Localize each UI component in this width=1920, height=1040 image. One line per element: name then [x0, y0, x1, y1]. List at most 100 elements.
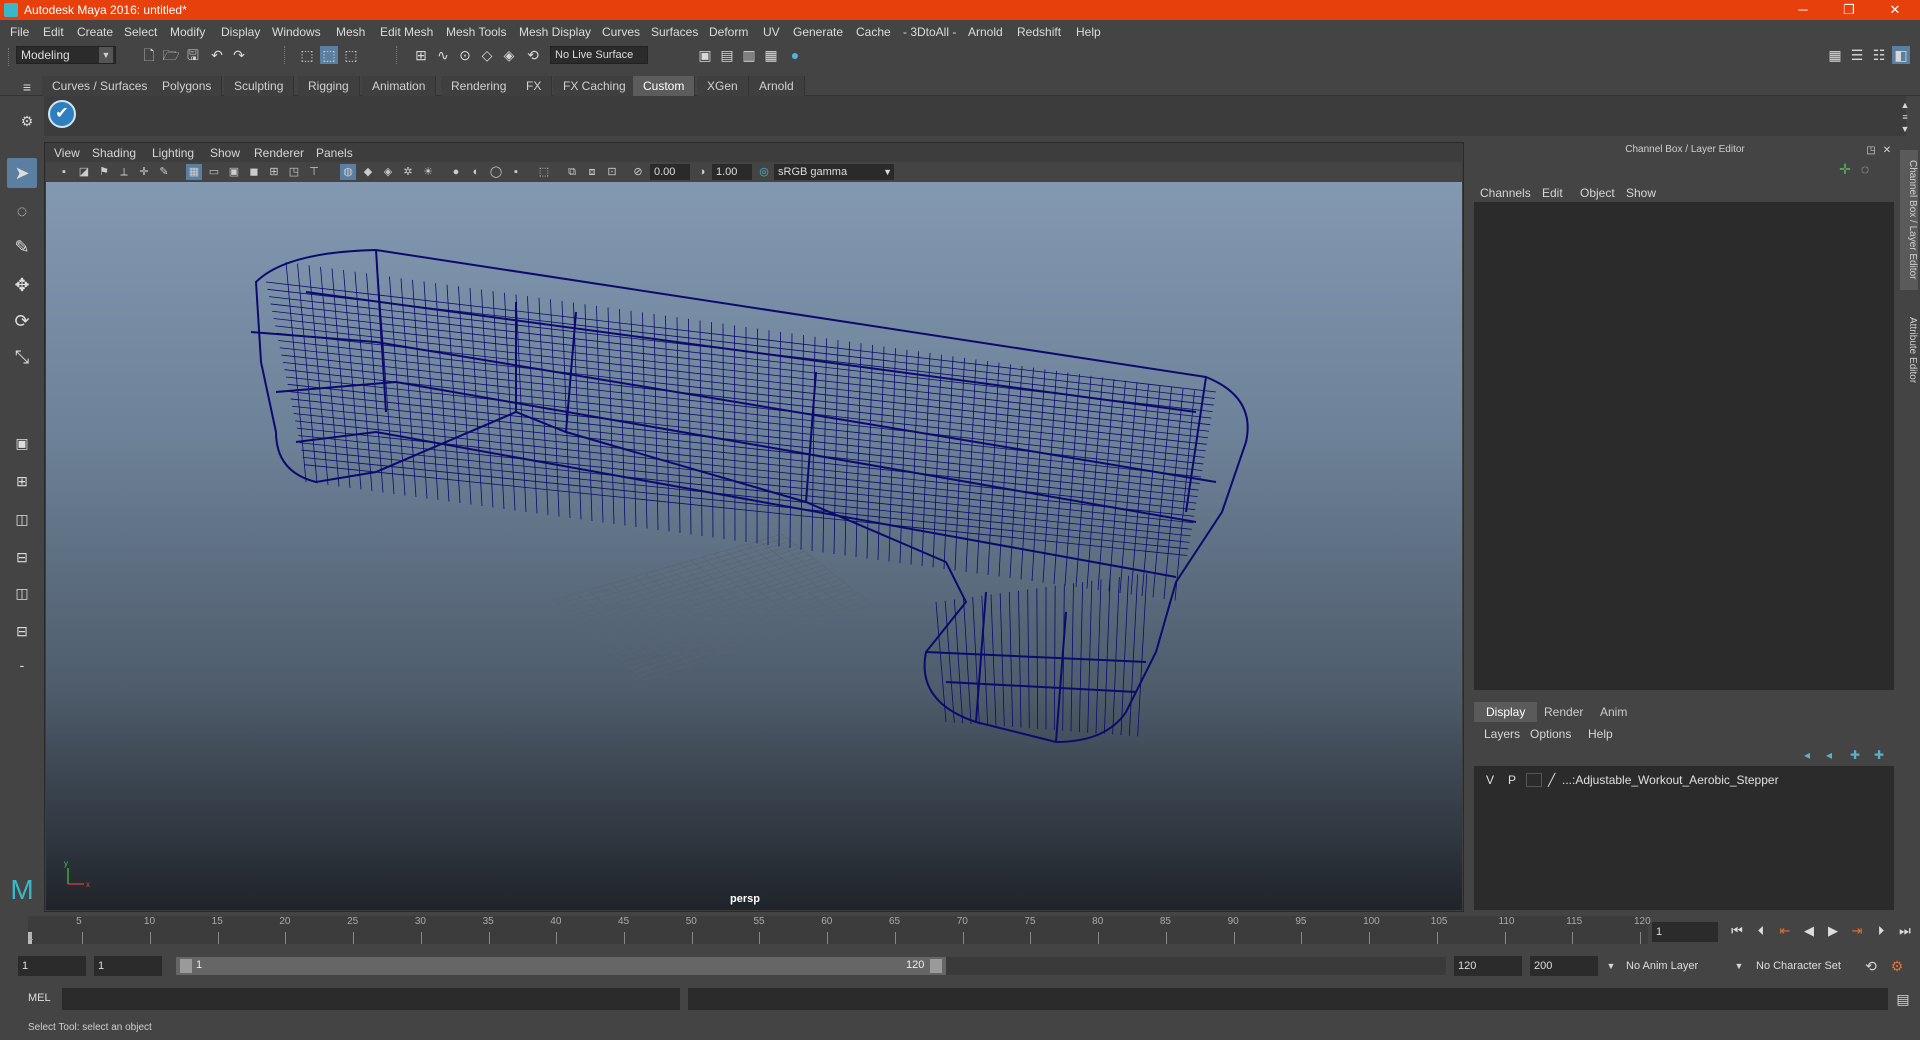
shelf-tab-curves-surfaces[interactable]: Curves / Surfaces	[42, 76, 159, 96]
play-forwards-icon[interactable]: ▶	[1824, 922, 1842, 940]
layer-visibility-toggle[interactable]: V	[1486, 773, 1494, 787]
timeline[interactable]	[28, 916, 1648, 944]
menu-mesh-tools[interactable]: Mesh Tools	[446, 25, 506, 39]
persp-trax-layout-icon[interactable]: ◫	[7, 578, 37, 608]
menu-uv[interactable]: UV	[763, 25, 780, 39]
viewport-menu-lighting[interactable]: Lighting	[152, 146, 194, 160]
character-set-dropdown[interactable]: No Character Set	[1752, 956, 1866, 976]
menu-set-dropdown[interactable]: Modeling ▼	[16, 46, 116, 64]
make-live-icon[interactable]: ◈	[500, 46, 518, 64]
end-time-field[interactable]: 200	[1530, 956, 1598, 976]
range-slider[interactable]: 1 120	[176, 957, 946, 975]
playback-start-field[interactable]: 1	[94, 956, 162, 976]
channel-box-area[interactable]	[1474, 202, 1894, 690]
motion-blur-icon[interactable]: ◯	[488, 164, 504, 180]
close-panel-icon[interactable]: ✕	[1878, 142, 1896, 160]
speed-icon[interactable]: ◌	[1856, 160, 1874, 178]
menu-cache[interactable]: Cache	[856, 25, 891, 39]
shelf-menu-icon[interactable]: ≡	[18, 78, 36, 96]
camera-lock-icon[interactable]: ◪	[76, 164, 92, 180]
textured-icon[interactable]: ✲	[400, 164, 416, 180]
menu-file[interactable]: File	[10, 25, 29, 39]
color-management-icon[interactable]: ◎	[756, 164, 772, 180]
menu-3dtoall[interactable]: - 3DtoAll -	[903, 25, 956, 39]
select-by-hierarchy-icon[interactable]: ⬚	[298, 46, 316, 64]
shelf-tab-arnold[interactable]: Arnold	[749, 76, 805, 96]
viewport-menu-panels[interactable]: Panels	[316, 146, 353, 160]
outliner-persp-layout-icon[interactable]: ⊟	[7, 616, 37, 646]
xray-joints-icon[interactable]: ⧈	[584, 164, 600, 180]
shelf-tab-rigging[interactable]: Rigging	[298, 76, 360, 96]
smooth-shade-icon[interactable]: ◆	[360, 164, 376, 180]
perspective-viewport[interactable]: y x	[46, 182, 1462, 910]
shelf-tab-fx-caching[interactable]: FX Caching	[553, 76, 637, 96]
xray-icon[interactable]: ⧉	[564, 164, 580, 180]
resolution-gate-icon[interactable]: ▣	[226, 164, 242, 180]
step-back-key-icon[interactable]: ⇤	[1776, 922, 1794, 940]
shelf-scroll-down-icon[interactable]: ▼	[1896, 120, 1914, 138]
layer-playback-toggle[interactable]: P	[1508, 773, 1516, 787]
tab-render[interactable]: Render	[1532, 702, 1595, 722]
select-tool-icon[interactable]: ➤	[7, 158, 37, 188]
open-scene-icon[interactable]: 🗁	[162, 46, 180, 64]
playback-end-field[interactable]: 120	[1454, 956, 1522, 976]
layer-name[interactable]: ...:Adjustable_Workout_Aerobic_Stepper	[1562, 773, 1779, 787]
cb-menu-object[interactable]: Object	[1580, 186, 1615, 200]
tool-settings-toggle-icon[interactable]: ☷	[1870, 46, 1888, 64]
side-tab-channel-box[interactable]: Channel Box / Layer Editor	[1900, 150, 1918, 290]
menu-help[interactable]: Help	[1076, 25, 1101, 39]
menu-select[interactable]: Select	[124, 25, 157, 39]
cb-menu-channels[interactable]: Channels	[1480, 186, 1531, 200]
menu-deform[interactable]: Deform	[709, 25, 748, 39]
symmetry-icon[interactable]: ⟲	[524, 46, 542, 64]
current-frame-field[interactable]: 1	[1652, 922, 1718, 942]
cb-menu-edit[interactable]: Edit	[1542, 186, 1563, 200]
minimize-button[interactable]: ─	[1780, 0, 1826, 20]
shelf-tab-polygons[interactable]: Polygons	[152, 76, 223, 96]
camera-attributes-icon[interactable]: ✛	[136, 164, 152, 180]
persp-graph-layout-icon[interactable]: ⊟	[7, 542, 37, 572]
menu-edit[interactable]: Edit	[43, 25, 64, 39]
shelf-tab-sculpting[interactable]: Sculpting	[224, 76, 295, 96]
menu-surfaces[interactable]: Surfaces	[651, 25, 698, 39]
live-surface-field[interactable]: No Live Surface	[550, 46, 648, 64]
viewport-menu-view[interactable]: View	[54, 146, 80, 160]
modeling-toolkit-icon[interactable]: ▦	[1826, 46, 1844, 64]
scale-tool-icon[interactable]: ⤡	[7, 342, 37, 372]
tab-anim[interactable]: Anim	[1588, 702, 1639, 722]
menu-mesh[interactable]: Mesh	[336, 25, 365, 39]
paint-select-tool-icon[interactable]: ✎	[7, 232, 37, 262]
stepper-wireframe-model[interactable]	[250, 248, 1249, 744]
range-end-handle[interactable]	[930, 959, 942, 973]
viewport-menu-show[interactable]: Show	[210, 146, 240, 160]
image-plane-icon[interactable]: ⟂	[116, 164, 132, 180]
manipulator-icon[interactable]: ✛	[1836, 160, 1854, 178]
menu-display[interactable]: Display	[221, 25, 260, 39]
new-layer-from-selected-icon[interactable]: ✚	[1870, 746, 1888, 764]
step-forward-key-icon[interactable]: ⇥	[1848, 922, 1866, 940]
script-editor-icon[interactable]: ▤	[1894, 990, 1912, 1008]
shelf-tab-fx[interactable]: FX	[516, 76, 553, 96]
anim-layer-dropdown[interactable]: No Anim Layer	[1622, 956, 1736, 976]
snap-view-plane-icon[interactable]: ◇	[478, 46, 496, 64]
camera-select-icon[interactable]: ▪	[56, 164, 72, 180]
render-settings-icon[interactable]: ▦	[762, 46, 780, 64]
menu-mesh-display[interactable]: Mesh Display	[519, 25, 591, 39]
grid-toggle-icon[interactable]: ▦	[186, 164, 202, 180]
mel-label[interactable]: MEL	[28, 992, 51, 1004]
play-backwards-icon[interactable]: ◀	[1800, 922, 1818, 940]
exposure-icon[interactable]: ⊘	[630, 164, 646, 180]
safe-title-icon[interactable]: ⊤	[306, 164, 322, 180]
viewport-menu-renderer[interactable]: Renderer	[254, 146, 304, 160]
four-view-layout-icon[interactable]: ⊞	[7, 466, 37, 496]
menu-create[interactable]: Create	[77, 25, 113, 39]
save-scene-icon[interactable]: 🖫	[184, 46, 202, 64]
xray-components-icon[interactable]: ⊡	[604, 164, 620, 180]
render-view-icon[interactable]: ▣	[696, 46, 714, 64]
ipr-render-icon[interactable]: ▥	[740, 46, 758, 64]
hypershade-icon[interactable]: ●	[786, 46, 804, 64]
menu-arnold[interactable]: Arnold	[968, 25, 1003, 39]
shelf-tab-xgen[interactable]: XGen	[697, 76, 749, 96]
le-menu-options[interactable]: Options	[1530, 727, 1571, 741]
le-menu-layers[interactable]: Layers	[1484, 727, 1520, 741]
